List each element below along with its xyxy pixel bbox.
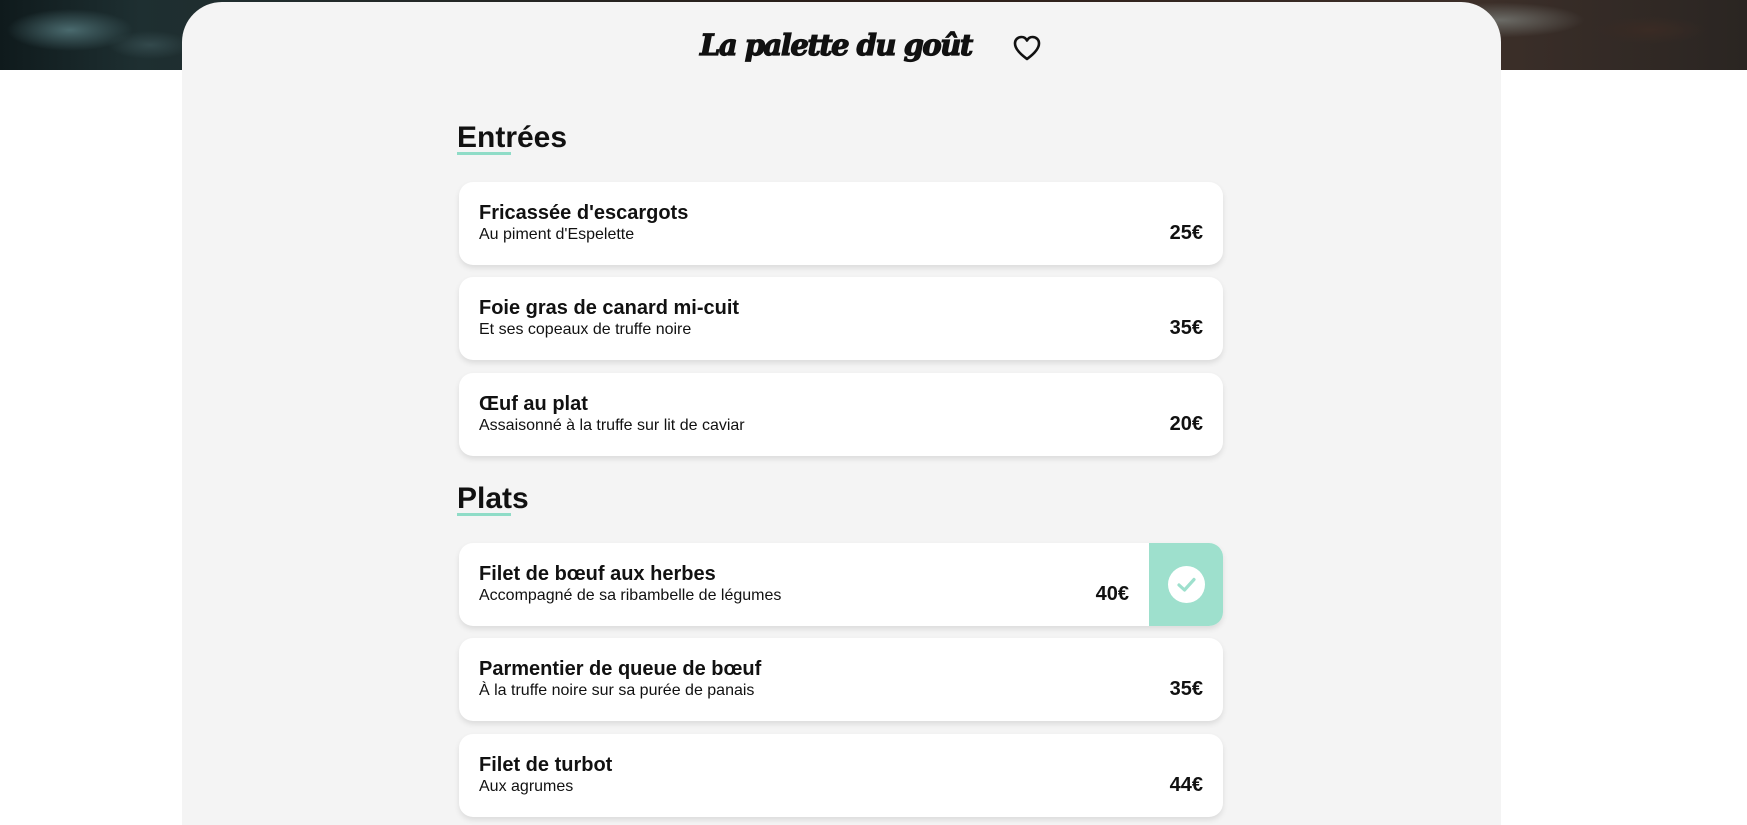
section-heading-underline	[457, 152, 511, 155]
item-description: Au piment d'Espelette	[479, 226, 635, 243]
item-description: À la truffe noire sur sa purée de panais	[479, 682, 755, 699]
item-name: Parmentier de queue de bœuf	[479, 658, 762, 680]
item-name: Œuf au plat	[479, 393, 588, 415]
item-price: 40€	[1095, 583, 1129, 605]
heart-icon	[1013, 35, 1041, 61]
menu-item-selected[interactable]: Filet de bœuf aux herbes Accompagné de s…	[459, 543, 1223, 626]
check-icon	[1168, 566, 1205, 603]
item-price: 20€	[1169, 413, 1203, 435]
item-description: Aux agrumes	[479, 778, 574, 795]
item-name: Foie gras de canard mi-cuit	[479, 297, 740, 319]
restaurant-title: La palette du goût	[699, 27, 973, 62]
menu-item[interactable]: Parmentier de queue de bœuf À la truffe …	[459, 638, 1223, 721]
menu-card: La palette du goût Entrées Fricassée d'e…	[182, 2, 1501, 825]
menu-item[interactable]: Foie gras de canard mi-cuit Et ses copea…	[459, 277, 1223, 360]
item-description: Assaisonné à la truffe sur lit de caviar	[479, 417, 745, 434]
item-description: Accompagné de sa ribambelle de légumes	[479, 587, 782, 604]
item-price: 35€	[1169, 678, 1203, 700]
selected-indicator[interactable]	[1149, 543, 1223, 626]
section-heading-plats: Plats	[457, 482, 529, 515]
item-price: 25€	[1169, 222, 1203, 244]
item-price: 44€	[1169, 774, 1203, 796]
item-name: Filet de bœuf aux herbes	[479, 563, 716, 585]
section-heading-entrees: Entrées	[457, 121, 568, 154]
item-price: 35€	[1169, 317, 1203, 339]
favorite-button[interactable]	[1012, 34, 1042, 62]
item-description: Et ses copeaux de truffe noire	[479, 321, 692, 338]
menu-item[interactable]: Fricassée d'escargots Au piment d'Espele…	[459, 182, 1223, 265]
menu-item[interactable]: Filet de turbot Aux agrumes 44€	[459, 734, 1223, 817]
item-name: Fricassée d'escargots	[479, 202, 689, 224]
menu-header: La palette du goût	[182, 27, 1501, 70]
item-name: Filet de turbot	[479, 754, 613, 776]
menu-item[interactable]: Œuf au plat Assaisonné à la truffe sur l…	[459, 373, 1223, 456]
section-heading-underline	[457, 513, 511, 516]
